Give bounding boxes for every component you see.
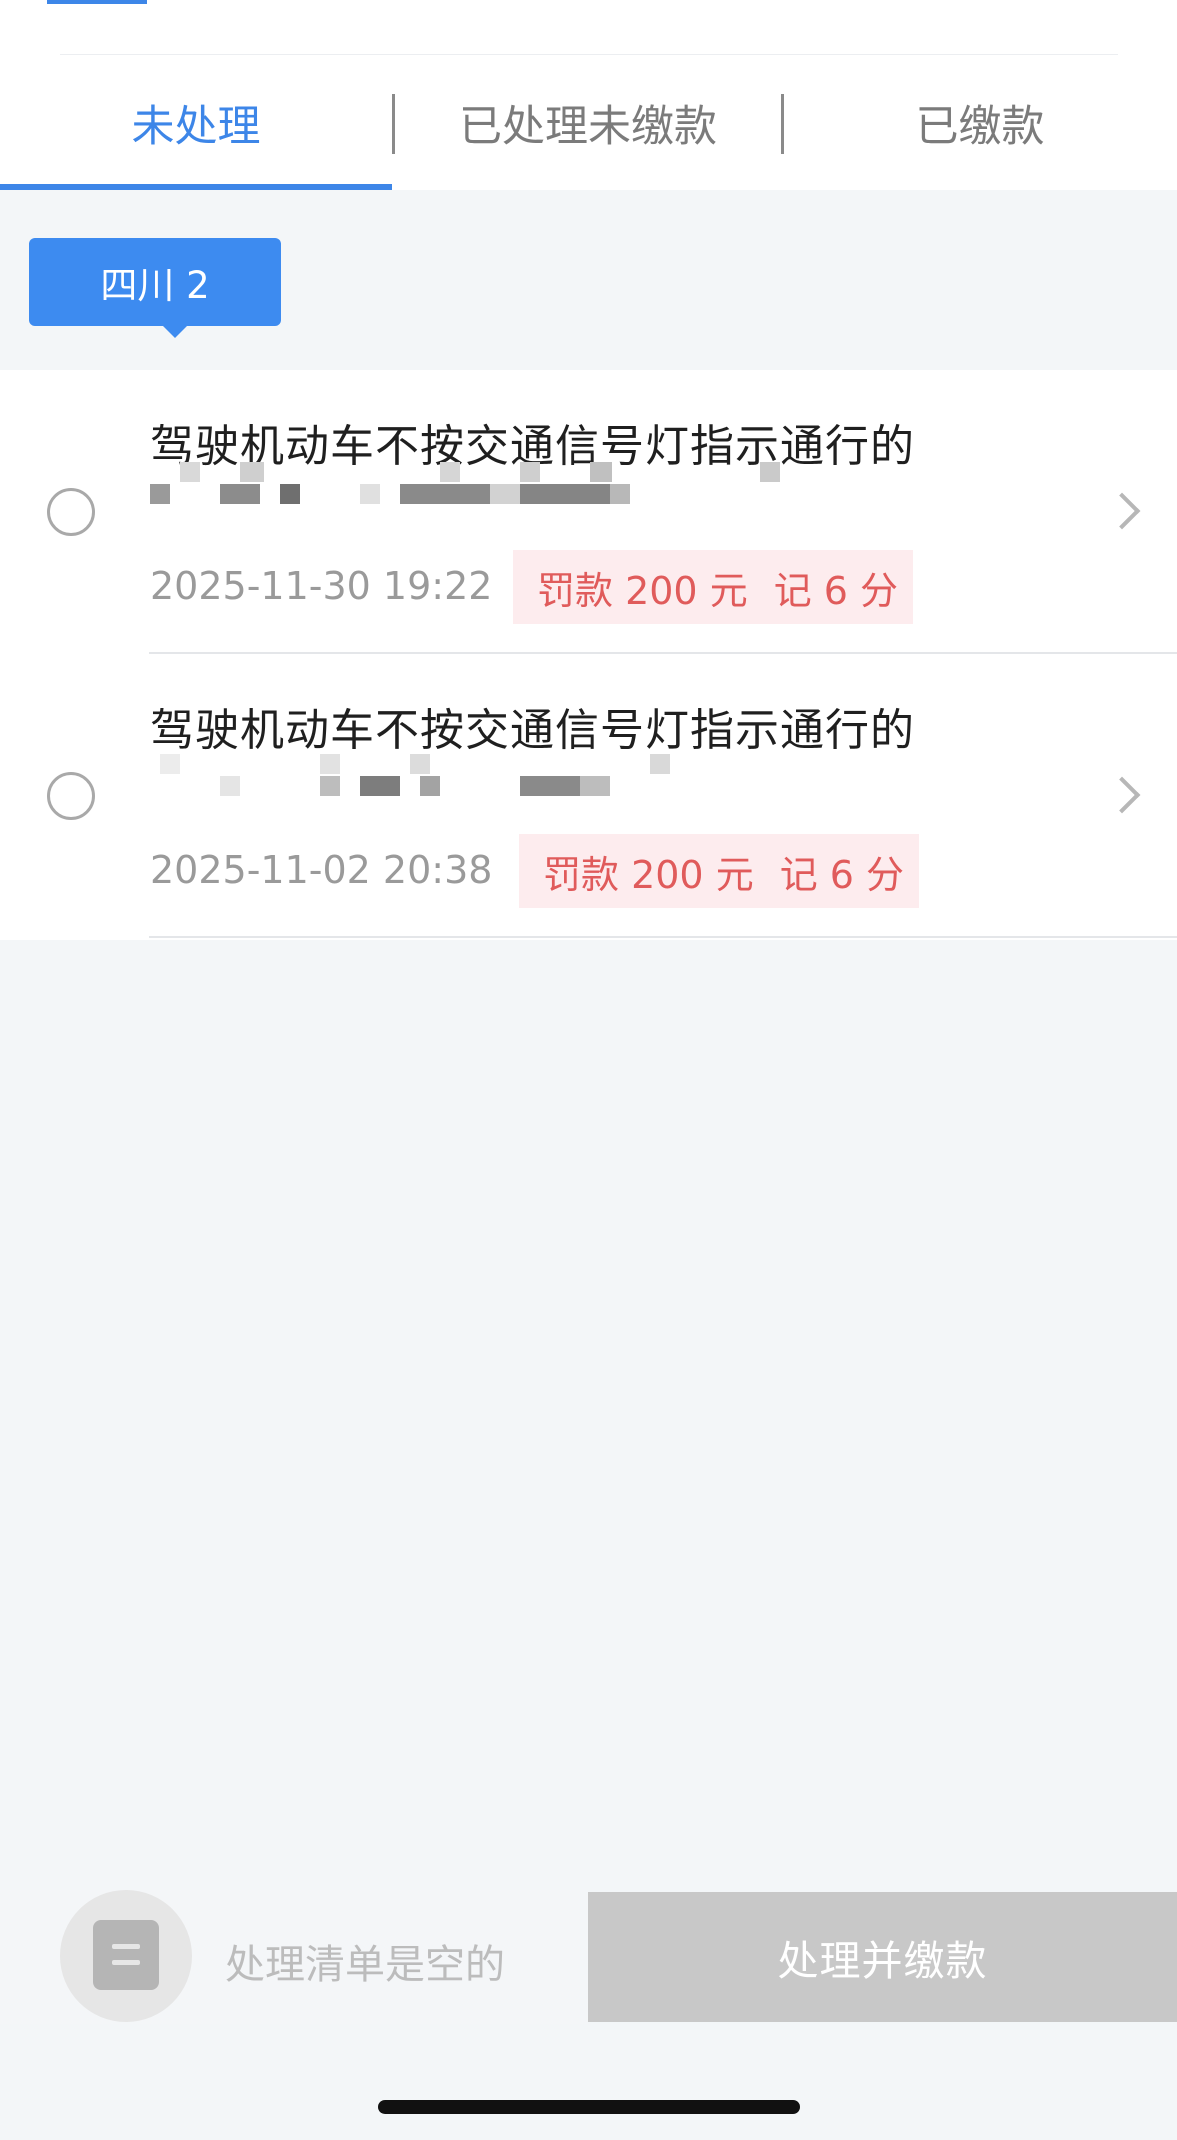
redacted-location	[150, 462, 780, 510]
violation-item[interactable]: 驾驶机动车不按交通信号灯指示通行的 2025-11-30 19:22 罚款 20…	[0, 370, 1177, 654]
penalty-badge: 罚款 200 元 记 6 分	[513, 550, 913, 624]
tab-unprocessed[interactable]: 未处理	[0, 56, 392, 190]
home-indicator	[378, 2100, 800, 2114]
tab-separator	[392, 94, 395, 154]
violation-list: 驾驶机动车不按交通信号灯指示通行的 2025-11-30 19:22 罚款 20…	[0, 370, 1177, 940]
penalty-points: 记 6 分	[773, 568, 899, 613]
item-divider	[149, 936, 1177, 938]
tab-paid[interactable]: 已缴款	[784, 56, 1176, 190]
process-and-pay-button[interactable]: 处理并缴款	[588, 1892, 1177, 2022]
list-icon-glyph	[93, 1920, 159, 1990]
process-list-summary[interactable]: 处理清单是空的	[0, 1890, 588, 2024]
penalty-badge: 罚款 200 元 记 6 分	[519, 834, 919, 908]
select-radio[interactable]	[47, 772, 95, 820]
tab-label: 已缴款	[915, 102, 1045, 152]
bottom-action-bar: 处理清单是空的 处理并缴款	[0, 1890, 1177, 2024]
chevron-right-icon[interactable]	[1103, 492, 1141, 530]
badge-pointer	[163, 326, 187, 338]
top-indicator	[47, 0, 147, 4]
select-radio[interactable]	[47, 488, 95, 536]
list-icon[interactable]	[60, 1890, 192, 2022]
tab-processed-unpaid[interactable]: 已处理未缴款	[392, 56, 784, 190]
top-divider	[60, 54, 1118, 55]
violation-item[interactable]: 驾驶机动车不按交通信号灯指示通行的 2025-11-02 20:38 罚款 20…	[0, 654, 1177, 938]
chevron-right-icon[interactable]	[1103, 776, 1141, 814]
fine-amount: 罚款 200 元	[537, 568, 748, 613]
empty-list-text: 处理清单是空的	[225, 1942, 505, 1988]
tab-label: 未处理	[131, 102, 261, 152]
province-badge[interactable]: 四川 2	[29, 238, 281, 338]
tab-label: 已处理未缴款	[459, 102, 717, 152]
violation-title: 驾驶机动车不按交通信号灯指示通行的	[150, 705, 915, 756]
active-tab-underline	[0, 184, 392, 190]
province-label: 四川 2	[100, 264, 210, 307]
redacted-location	[150, 754, 670, 802]
penalty-points: 记 6 分	[779, 852, 905, 897]
status-tabs: 未处理 已处理未缴款 已缴款	[0, 56, 1177, 190]
violation-datetime: 2025-11-02 20:38	[150, 848, 493, 892]
fine-amount: 罚款 200 元	[543, 852, 754, 897]
violation-datetime: 2025-11-30 19:22	[150, 564, 493, 608]
